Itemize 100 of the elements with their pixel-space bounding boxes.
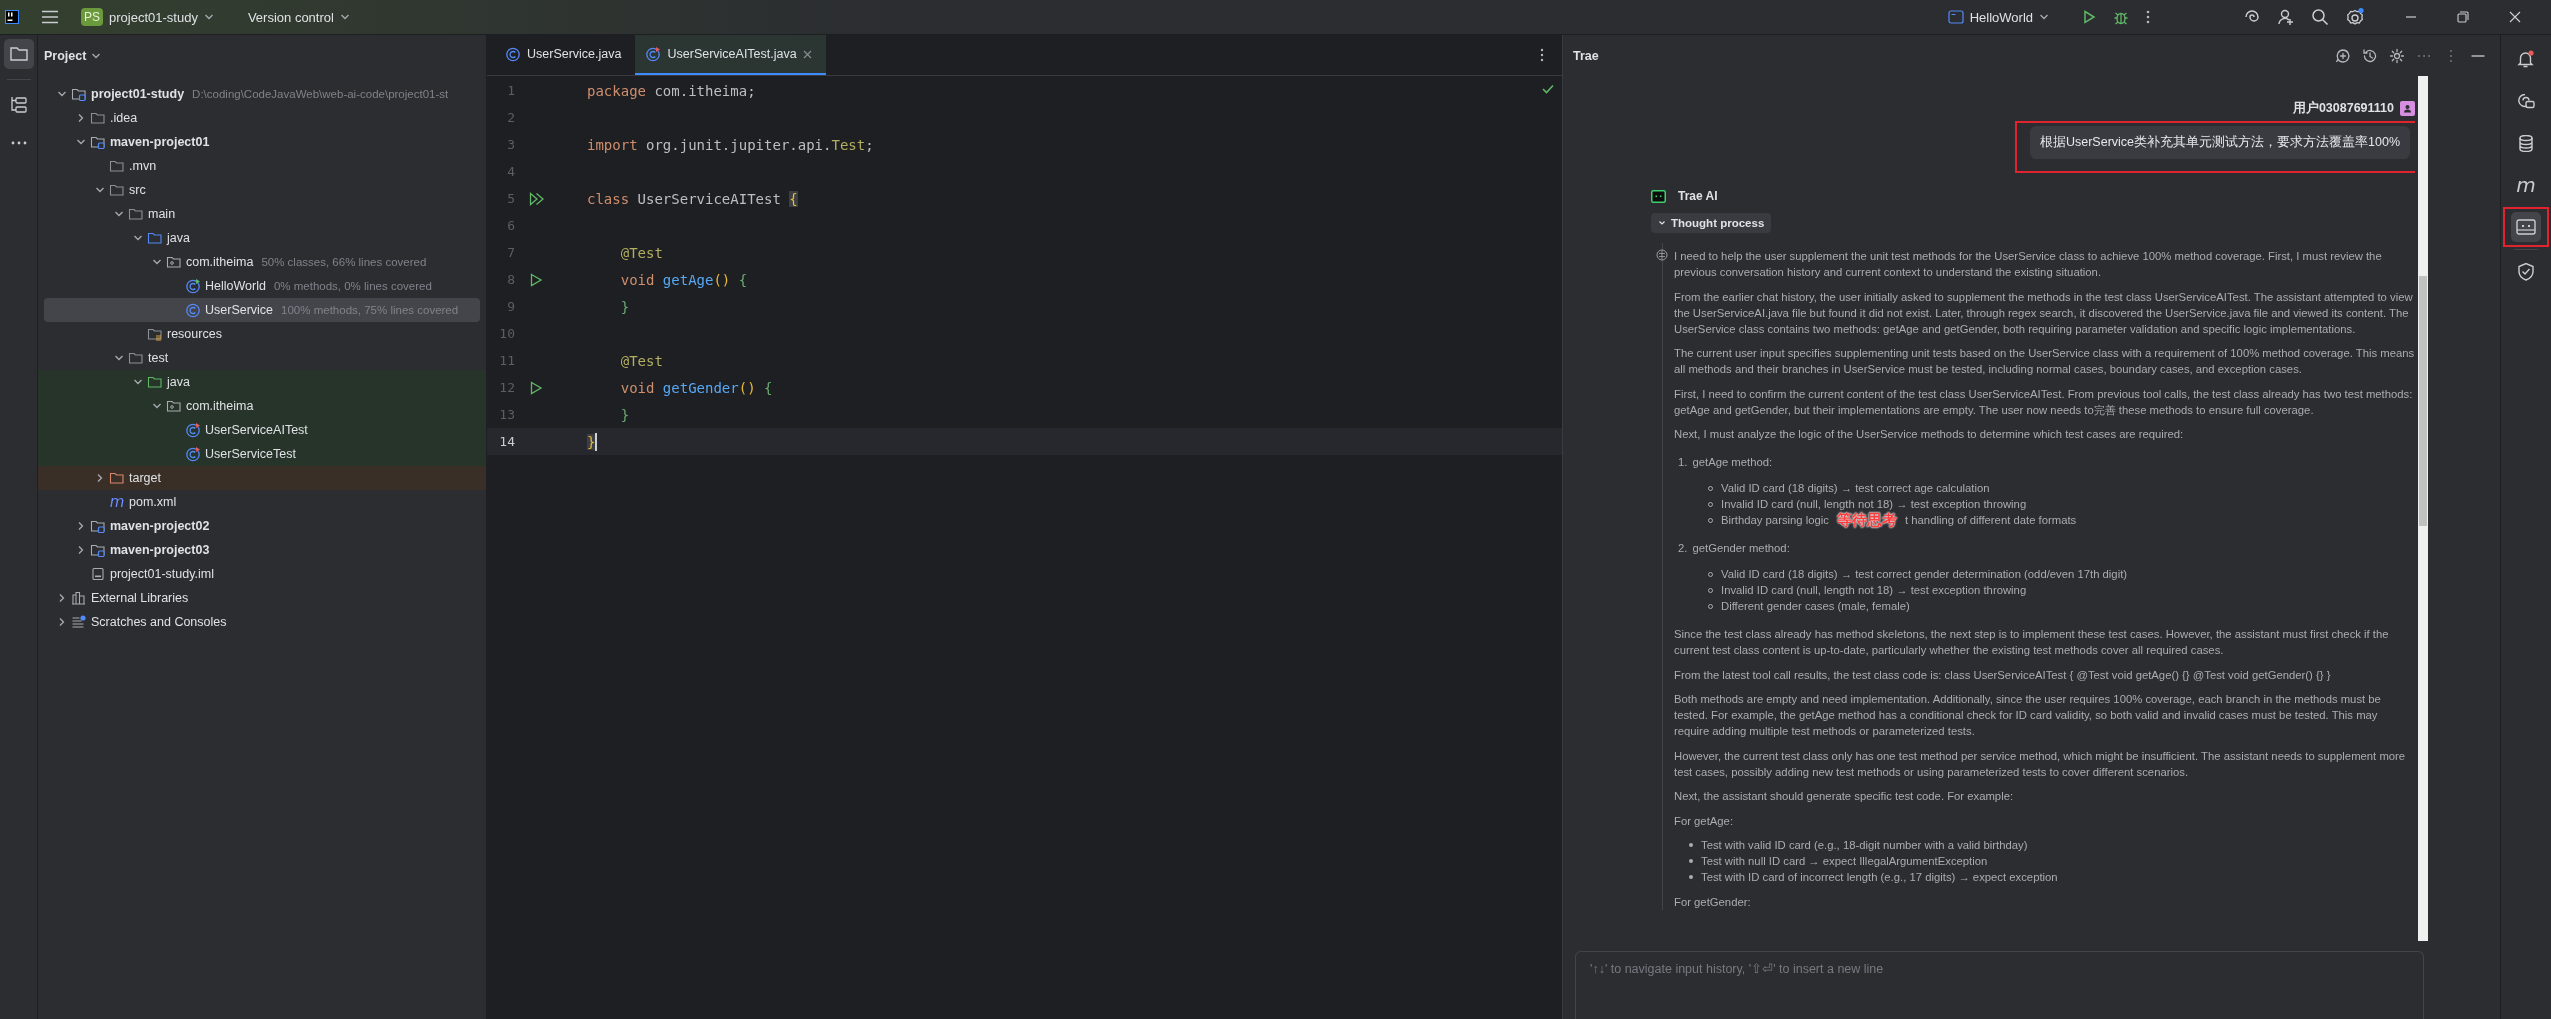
- more-icon[interactable]: [1540, 48, 1544, 62]
- run-icon[interactable]: [2081, 9, 2097, 25]
- chevron-icon[interactable]: [76, 113, 86, 123]
- editor-tab[interactable]: UserService.java: [495, 35, 636, 75]
- tab-label: UserService.java: [527, 47, 622, 61]
- run-config-selector[interactable]: HelloWorld: [1947, 9, 2049, 25]
- chevron-icon[interactable]: [95, 473, 105, 483]
- version-control-menu[interactable]: Version control: [247, 9, 350, 25]
- tree-item[interactable]: main: [38, 202, 486, 226]
- tree-item[interactable]: project01-study.iml: [38, 562, 486, 586]
- chevron-icon[interactable]: [95, 185, 105, 195]
- tree-item[interactable]: UserServiceTest: [38, 442, 486, 466]
- add-user-icon[interactable]: [2277, 8, 2295, 26]
- code-line: }: [619, 406, 630, 423]
- assistant-button[interactable]: [2511, 212, 2541, 242]
- tree-label: project01-study.iml: [110, 567, 214, 581]
- chevron-icon[interactable]: [339, 12, 350, 22]
- tree-item[interactable]: project01-study D:\coding\CodeJavaWeb\web-ai-code\project01-st: [38, 82, 486, 106]
- tree-item[interactable]: test: [38, 346, 486, 370]
- menu-icon[interactable]: [41, 10, 59, 24]
- chevron-icon[interactable]: [152, 257, 162, 267]
- tree-item[interactable]: com.itheima 50% classes, 66% lines covered: [38, 250, 486, 274]
- tree-item[interactable]: target: [38, 466, 486, 490]
- tree-item[interactable]: maven-project01: [38, 130, 486, 154]
- run-icon[interactable]: [529, 380, 543, 395]
- chevron-icon[interactable]: [76, 545, 86, 555]
- chevron-icon[interactable]: [57, 89, 67, 99]
- tree-item[interactable]: src: [38, 178, 486, 202]
- run-all-icon[interactable]: [529, 191, 545, 206]
- chevron-icon[interactable]: [57, 617, 67, 627]
- chevron-icon[interactable]: [57, 593, 67, 603]
- chevron-icon[interactable]: [133, 233, 143, 243]
- tree-item[interactable]: HelloWorld 0% methods, 0% lines covered: [38, 274, 486, 298]
- chevron-icon[interactable]: [114, 353, 124, 363]
- close-icon[interactable]: [802, 49, 812, 59]
- class-icon: [185, 446, 201, 462]
- chevron-icon[interactable]: [76, 521, 86, 531]
- database-icon: [2519, 134, 2533, 152]
- settings-icon[interactable]: [2345, 7, 2365, 27]
- tree-item[interactable]: maven-project03: [38, 538, 486, 562]
- bullet-icon: [1689, 875, 1693, 879]
- search-icon[interactable]: [2311, 8, 2329, 26]
- chevron-icon[interactable]: [133, 377, 143, 387]
- folder-icon: [109, 470, 125, 486]
- chevron-icon[interactable]: [76, 137, 86, 147]
- list-item: Test with valid ID card (e.g., 18-digit number with a valid birthday): [1701, 838, 2028, 853]
- tree-item[interactable]: maven-project02: [38, 514, 486, 538]
- tree-item[interactable]: resources: [38, 322, 486, 346]
- project-selector[interactable]: PS project01-study: [81, 8, 214, 26]
- tree-item[interactable]: m pom.xml: [38, 490, 486, 514]
- settings-icon[interactable]: [2389, 47, 2405, 64]
- window-icon: [1947, 10, 1964, 24]
- tree-item[interactable]: .idea: [38, 106, 486, 130]
- tree-label: .idea: [110, 111, 138, 125]
- app-logo-icon[interactable]: [5, 10, 19, 24]
- project-tool-button[interactable]: [3, 39, 34, 69]
- tree-item[interactable]: java: [38, 226, 486, 250]
- chevron-icon[interactable]: [203, 12, 214, 22]
- thought-paragraph: The current user input specifies supplementing unit tests based on the UserService class with a requirement of 100% method coverage. This means all methods and their branches in UserService must be tested, including normal cases, boundary cases, and exception cases.: [1674, 346, 2415, 377]
- tree-item[interactable]: .mvn: [38, 154, 486, 178]
- tree-item[interactable]: External Libraries: [38, 586, 486, 610]
- restore-icon[interactable]: [2457, 11, 2469, 23]
- line-number: 4: [506, 164, 515, 179]
- thought-paragraph: I need to help the user supplement the unit test methods for the UserService class to achieve 100% method coverage. First, I must review the previous conversation history and current context to understand the existing situation.: [1674, 249, 2383, 280]
- tree-label: External Libraries: [91, 591, 189, 605]
- panel-title[interactable]: Project: [44, 49, 87, 63]
- tree-item[interactable]: java: [38, 370, 486, 394]
- tree-item[interactable]: com.itheima: [38, 394, 486, 418]
- code-line: }: [619, 298, 630, 315]
- run-icon[interactable]: [529, 272, 543, 287]
- tree-label: UserServiceTest: [205, 447, 296, 461]
- tree-label: maven-project02: [110, 519, 210, 533]
- new-chat-icon[interactable]: [2335, 47, 2351, 64]
- list-item: Test with ID card of incorrect length (e.g., 17 digits) → expect exception: [1701, 870, 2058, 885]
- chevron-icon[interactable]: [91, 51, 102, 61]
- folder-icon: [109, 158, 125, 174]
- chat-input[interactable]: '↑↓' to navigate input history, '⇧⏎' to insert a new line: [1575, 951, 2424, 1019]
- close-icon[interactable]: [2509, 11, 2521, 23]
- class-icon: [505, 46, 521, 62]
- robot-icon: [2516, 219, 2536, 235]
- history-icon[interactable]: [2362, 47, 2378, 64]
- chevron-icon[interactable]: [114, 209, 124, 219]
- thought-toggle[interactable]: Thought process: [1651, 213, 1772, 233]
- library-icon: [71, 590, 87, 606]
- chevron-icon[interactable]: [2039, 12, 2049, 22]
- avatar-icon: [2400, 100, 2415, 116]
- tree-label: project01-study: [91, 87, 185, 101]
- tree-item[interactable]: Scratches and Consoles: [38, 610, 486, 634]
- editor-tab[interactable]: UserServiceAITest.java: [635, 35, 826, 75]
- list-item: Different gender cases (male, female): [1721, 599, 1910, 614]
- chevron-icon[interactable]: [152, 401, 162, 411]
- scrollbar-thumb[interactable]: [2419, 276, 2427, 526]
- tree-item[interactable]: UserServiceAITest: [38, 418, 486, 442]
- tree-hint: 0% methods, 0% lines covered: [273, 280, 432, 292]
- list-heading: getAge method:: [1692, 455, 1773, 470]
- tree-label: pom.xml: [129, 495, 177, 509]
- more-icon[interactable]: [2145, 9, 2151, 25]
- user-message: 根据UserService类补充其单元测试方法，要求方法覆盖率100%: [2029, 126, 2410, 159]
- code-line: void getGender() {: [619, 379, 773, 396]
- thought-paragraph: For getAge:: [1674, 813, 1735, 829]
